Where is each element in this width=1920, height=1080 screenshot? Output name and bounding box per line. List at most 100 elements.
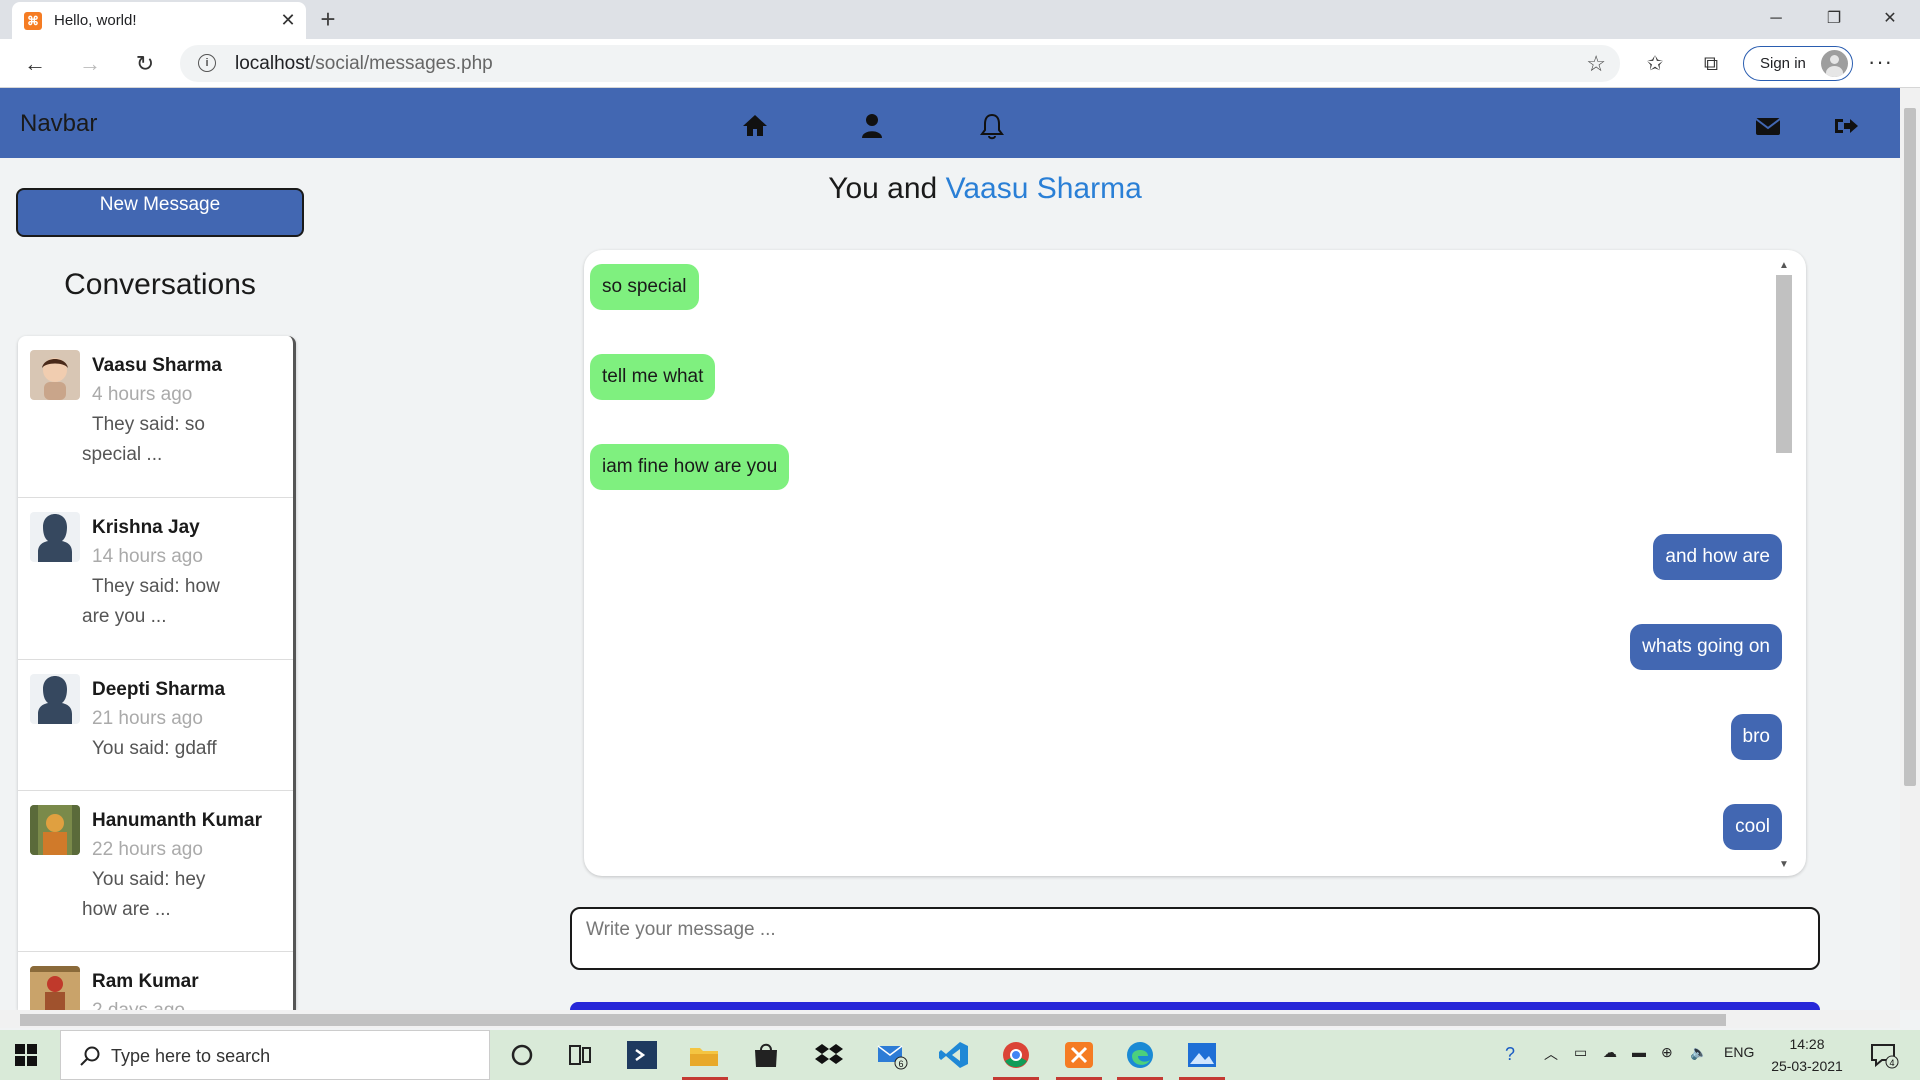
conversation-preview: They said: so special ... — [82, 410, 282, 484]
avatar — [30, 805, 80, 855]
page-vertical-scrollbar[interactable] — [1900, 88, 1920, 1010]
windows-taskbar: Type here to search 6 ? ︿ ▭ ☁ ▬ ⊕ 🔈 ENG … — [0, 1030, 1920, 1080]
chevron-up-icon[interactable]: ︿ — [1544, 1044, 1558, 1064]
edge-icon[interactable] — [1124, 1040, 1156, 1070]
network-icon[interactable]: ⊕ — [1661, 1044, 1673, 1061]
conversation-time: 14 hours ago — [92, 546, 203, 567]
preview-line: They said: so — [92, 414, 205, 435]
browser-tab[interactable]: ⌘ Hello, world! ✕ — [12, 2, 306, 39]
refresh-icon[interactable]: ↻ — [129, 48, 161, 80]
battery-icon[interactable]: ▬ — [1632, 1044, 1646, 1060]
mail-icon[interactable]: 6 — [876, 1040, 908, 1070]
vscode-icon[interactable] — [938, 1040, 970, 1070]
site-navbar: Navbar — [0, 88, 1900, 158]
page-horizontal-scrollbar[interactable] — [0, 1010, 1900, 1028]
scroll-down-arrow-icon[interactable]: ▼ — [1776, 859, 1792, 870]
new-tab-icon[interactable]: + — [315, 6, 341, 32]
notification-badge: 4 — [1889, 1058, 1894, 1068]
device-icon[interactable]: ▭ — [1574, 1044, 1587, 1061]
conversation-item[interactable]: Deepti Sharma 21 hours ago You said: gda… — [18, 660, 293, 791]
incoming-message: iam fine how are you — [590, 444, 790, 490]
conversation-time: 22 hours ago — [92, 839, 203, 860]
avatar — [30, 350, 80, 400]
clock-time[interactable]: 14:28 — [1772, 1036, 1842, 1052]
info-icon[interactable]: i — [198, 54, 216, 72]
conversation-item[interactable]: Krishna Jay 14 hours ago They said: how … — [18, 498, 293, 660]
favorites-icon[interactable]: ✩ — [1640, 49, 1670, 79]
restore-icon[interactable]: ❐ — [1814, 4, 1854, 34]
close-tab-icon[interactable]: ✕ — [277, 9, 299, 31]
navbar-brand[interactable]: Navbar — [20, 110, 97, 138]
chat-title: You and Vaasu Sharma — [520, 172, 1450, 206]
volume-icon[interactable]: 🔈 — [1690, 1044, 1707, 1061]
browser-tab-bar: ⌘ Hello, world! ✕ + ─ ❐ ✕ — [0, 0, 1920, 39]
back-arrow-icon[interactable]: ← — [19, 48, 51, 80]
conversation-name: Hanumanth Kumar — [92, 810, 262, 831]
preview-line: You said: gdaff — [92, 738, 217, 759]
store-icon[interactable] — [750, 1040, 782, 1070]
favorite-star-icon[interactable]: ☆ — [1586, 51, 1606, 77]
conversation-name: Ram Kumar — [92, 971, 199, 992]
powershell-icon[interactable] — [626, 1040, 658, 1070]
close-window-icon[interactable]: ✕ — [1870, 4, 1910, 34]
conversation-item[interactable]: Hanumanth Kumar 22 hours ago You said: h… — [18, 791, 293, 952]
new-message-button[interactable]: New Message — [16, 188, 304, 237]
chat-partner-name[interactable]: Vaasu Sharma — [946, 172, 1142, 205]
cortana-icon[interactable] — [506, 1040, 538, 1070]
message-thread-scrollbar[interactable]: ▲ ▼ — [1774, 260, 1794, 870]
conversation-item[interactable]: Vaasu Sharma 4 hours ago They said: so s… — [18, 336, 293, 498]
minimize-icon[interactable]: ─ — [1756, 4, 1796, 34]
sign-in-button[interactable]: Sign in — [1743, 46, 1853, 81]
browser-toolbar: ← → ↻ i localhost/social/messages.php ☆ … — [0, 39, 1920, 88]
clock-date[interactable]: 25-03-2021 — [1766, 1058, 1848, 1074]
scrollbar-thumb[interactable] — [20, 1014, 1726, 1026]
notifications-icon[interactable]: 4 — [1868, 1040, 1900, 1070]
scroll-up-arrow-icon[interactable]: ▲ — [1776, 260, 1792, 271]
collections-icon[interactable]: ⧉ — [1696, 49, 1726, 79]
scrollbar-thumb[interactable] — [1776, 275, 1792, 453]
incoming-message: so special — [590, 264, 699, 310]
conversation-name: Vaasu Sharma — [92, 355, 222, 376]
user-icon[interactable] — [857, 111, 887, 141]
conversations-heading: Conversations — [64, 268, 256, 301]
conversation-preview: You said: hey how are ... — [82, 865, 282, 939]
windows-start-icon[interactable] — [14, 1043, 38, 1067]
taskbar-search-box[interactable]: Type here to search — [60, 1030, 490, 1080]
preview-line: are you ... — [82, 606, 167, 627]
dropbox-icon[interactable] — [813, 1040, 845, 1070]
xampp-icon[interactable] — [1063, 1040, 1095, 1070]
conversation-name: Deepti Sharma — [92, 679, 226, 700]
help-icon[interactable]: ? — [1505, 1044, 1515, 1065]
message-input[interactable] — [570, 907, 1820, 970]
message-thread: so special tell me what iam fine how are… — [584, 250, 1806, 876]
more-options-icon[interactable]: ··· — [1868, 49, 1893, 75]
url-text[interactable]: localhost/social/messages.php — [235, 53, 493, 75]
outgoing-message: and how are — [1653, 534, 1782, 580]
preview-line: They said: how — [92, 576, 220, 597]
avatar — [30, 512, 80, 562]
search-icon — [80, 1046, 100, 1066]
scrollbar-thumb[interactable] — [1904, 108, 1916, 786]
conversation-preview: You said: gdaff — [82, 734, 282, 778]
task-view-icon[interactable] — [564, 1040, 596, 1070]
chrome-icon[interactable] — [1000, 1040, 1032, 1070]
conversation-preview: They said: how are you ... — [82, 572, 282, 646]
language-indicator[interactable]: ENG — [1724, 1044, 1754, 1060]
mail-badge: 6 — [898, 1059, 903, 1069]
home-icon[interactable] — [740, 111, 770, 141]
forward-arrow-icon[interactable]: → — [74, 48, 106, 80]
conversation-name: Krishna Jay — [92, 517, 200, 538]
xampp-favicon-icon: ⌘ — [24, 12, 42, 30]
address-bar[interactable]: i localhost/social/messages.php ☆ — [180, 45, 1620, 82]
preview-line: You said: hey — [92, 869, 206, 890]
cloud-icon[interactable]: ☁ — [1603, 1044, 1617, 1061]
incoming-message: tell me what — [590, 354, 716, 400]
conversation-item[interactable]: Ram Kumar 2 days ago — [18, 952, 293, 1010]
photos-icon[interactable] — [1186, 1040, 1218, 1070]
bell-icon[interactable] — [977, 111, 1007, 141]
sign-out-icon[interactable] — [1831, 111, 1861, 141]
envelope-icon[interactable] — [1753, 111, 1783, 141]
preview-line: special ... — [82, 444, 163, 465]
outgoing-message: whats going on — [1630, 624, 1782, 670]
file-explorer-icon[interactable] — [688, 1040, 720, 1070]
